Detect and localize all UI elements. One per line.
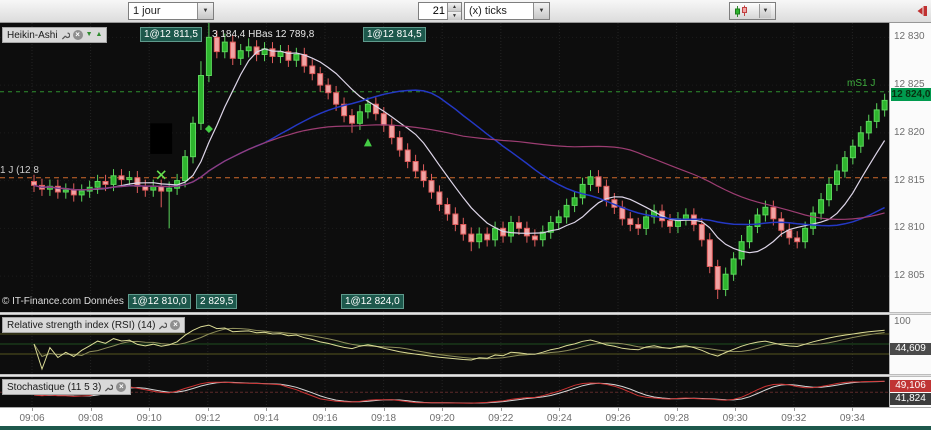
time-axis-tick <box>32 408 33 411</box>
time-axis-tick <box>559 408 561 411</box>
rsi-axis: 100 44,609 <box>889 315 931 374</box>
price-axis-label: 12 815 <box>894 175 925 186</box>
order-tag-2[interactable]: 2 829,5 <box>196 294 238 309</box>
time-axis-label: 09:16 <box>312 413 338 424</box>
close-icon[interactable]: × <box>170 320 181 330</box>
ohlc-info: 3 184,4 HBas 12 789,8 <box>212 29 315 40</box>
wrench-icon[interactable] <box>158 321 168 330</box>
time-axis-tick <box>500 408 502 411</box>
ticks-unit-select[interactable]: (x) ticks ▼ <box>464 2 550 20</box>
candlestick-icon <box>735 5 747 17</box>
ticks-count-input[interactable] <box>419 3 447 19</box>
rsi-panel: Relative strength index (RSI) (14) × 100… <box>0 315 931 374</box>
time-axis-label: 09:24 <box>546 413 572 424</box>
wrench-icon[interactable] <box>104 383 114 392</box>
s1-level-label: 1 J (12 8 <box>0 165 39 176</box>
time-axis-label: 09:34 <box>839 413 865 424</box>
stoch-k-badge: 49,106 <box>890 380 931 392</box>
rsi-value-badge: 44,609 <box>890 343 931 355</box>
spinner-buttons[interactable]: ▲ ▼ <box>447 3 461 20</box>
order-tag-1[interactable]: 1@12 810,0 <box>128 294 191 309</box>
time-axis-label: 09:10 <box>136 413 162 424</box>
price-axis-label: 12 805 <box>894 270 925 281</box>
arrow-down-icon[interactable]: ▼ <box>86 30 93 40</box>
time-axis-label: 09:30 <box>722 413 748 424</box>
time-axis-tick <box>735 408 737 411</box>
time-axis-tick <box>90 408 92 411</box>
time-axis[interactable]: 09:06 09:08 09:10 09:12 09:14 09:16 09:18 09:20… <box>0 407 931 426</box>
chart-type-button[interactable]: ▼ <box>729 2 776 20</box>
stoch-d-badge: 41,824 <box>890 393 931 405</box>
undock-icon[interactable] <box>916 3 929 19</box>
spin-up-icon[interactable]: ▲ <box>448 3 461 12</box>
timeframe-select[interactable]: 1 jour ▼ <box>128 2 214 20</box>
price-marker-tag[interactable]: 1@12 814,5 <box>363 27 426 42</box>
order-tag-center[interactable]: 1@12 824,0 <box>341 294 404 309</box>
time-axis-tick <box>618 408 619 411</box>
trading-app: 1 jour ▼ ▲ ▼ (x) ticks ▼ ▼ <box>0 0 931 430</box>
ticks-count-stepper[interactable]: ▲ ▼ <box>418 2 462 20</box>
close-icon[interactable]: × <box>72 30 83 40</box>
arrow-up-icon[interactable]: ▲ <box>96 30 103 40</box>
price-panel: Heikin-Ashi × ▼ ▲ 1@12 811,5 3 184,4 HBa… <box>0 22 931 312</box>
time-axis-label: 09:32 <box>781 413 807 424</box>
price-axis-label: 12 810 <box>894 222 925 233</box>
rsi-max-label: 100 <box>894 316 911 327</box>
bottom-strip <box>0 426 931 430</box>
rsi-chip: Relative strength index (RSI) (14) × <box>2 317 186 333</box>
time-axis-label: 09:20 <box>429 413 455 424</box>
stochastic-chip: Stochastique (11 5 3) × <box>2 379 132 395</box>
time-axis-label: 09:18 <box>371 413 397 424</box>
time-axis-tick <box>149 408 151 411</box>
time-axis-tick <box>266 408 268 411</box>
time-axis-label: 09:12 <box>195 413 221 424</box>
spin-down-icon[interactable]: ▼ <box>448 12 461 20</box>
time-axis-tick <box>852 408 854 411</box>
close-icon[interactable]: × <box>116 382 127 392</box>
time-axis-label: 09:06 <box>19 413 45 424</box>
price-axis-label: 12 820 <box>894 127 925 138</box>
time-axis-tick <box>207 408 209 411</box>
time-axis-label: 09:26 <box>605 413 631 424</box>
time-axis-tick <box>383 408 385 411</box>
indicator-label: Heikin-Ashi <box>7 29 58 41</box>
copyright: © IT-Finance.com Données <box>2 296 124 307</box>
time-axis-label: 09:28 <box>664 413 690 424</box>
time-axis-label: 09:14 <box>253 413 279 424</box>
timeframe-value: 1 jour <box>133 5 161 17</box>
time-axis-tick <box>793 408 795 411</box>
stochastic-axis: 49,106 41,824 <box>889 377 931 407</box>
rsi-title: Relative strength index (RSI) (14) <box>7 319 156 331</box>
time-axis-tick <box>442 408 444 411</box>
wrench-icon[interactable] <box>61 31 70 40</box>
time-axis-tick <box>676 408 678 411</box>
stochastic-panel: Stochastique (11 5 3) × 49,106 41,824 <box>0 377 931 407</box>
ms1-level-label: mS1 J <box>847 78 876 89</box>
price-chart[interactable] <box>0 22 889 312</box>
chevron-down-icon: ▼ <box>533 3 549 19</box>
toolbar: 1 jour ▼ ▲ ▼ (x) ticks ▼ ▼ <box>0 0 931 23</box>
time-axis-label: 09:22 <box>488 413 514 424</box>
stochastic-chart[interactable] <box>0 377 889 407</box>
indicator-chip: Heikin-Ashi × ▼ ▲ <box>2 27 108 43</box>
time-axis-tick <box>325 408 326 411</box>
chevron-down-icon: ▼ <box>759 4 771 18</box>
stochastic-title: Stochastique (11 5 3) <box>7 381 102 393</box>
chevron-down-icon: ▼ <box>197 3 213 19</box>
price-axis-label: 12 830 <box>894 31 925 42</box>
price-axis[interactable]: 12 824,0 12 830 12 825 12 820 12 815 12 810 1… <box>889 23 931 312</box>
ticks-unit-value: (x) ticks <box>469 5 507 17</box>
time-axis-label: 09:08 <box>78 413 104 424</box>
last-trade-tag[interactable]: 1@12 811,5 <box>140 27 202 42</box>
price-axis-label: 12 825 <box>894 79 925 90</box>
